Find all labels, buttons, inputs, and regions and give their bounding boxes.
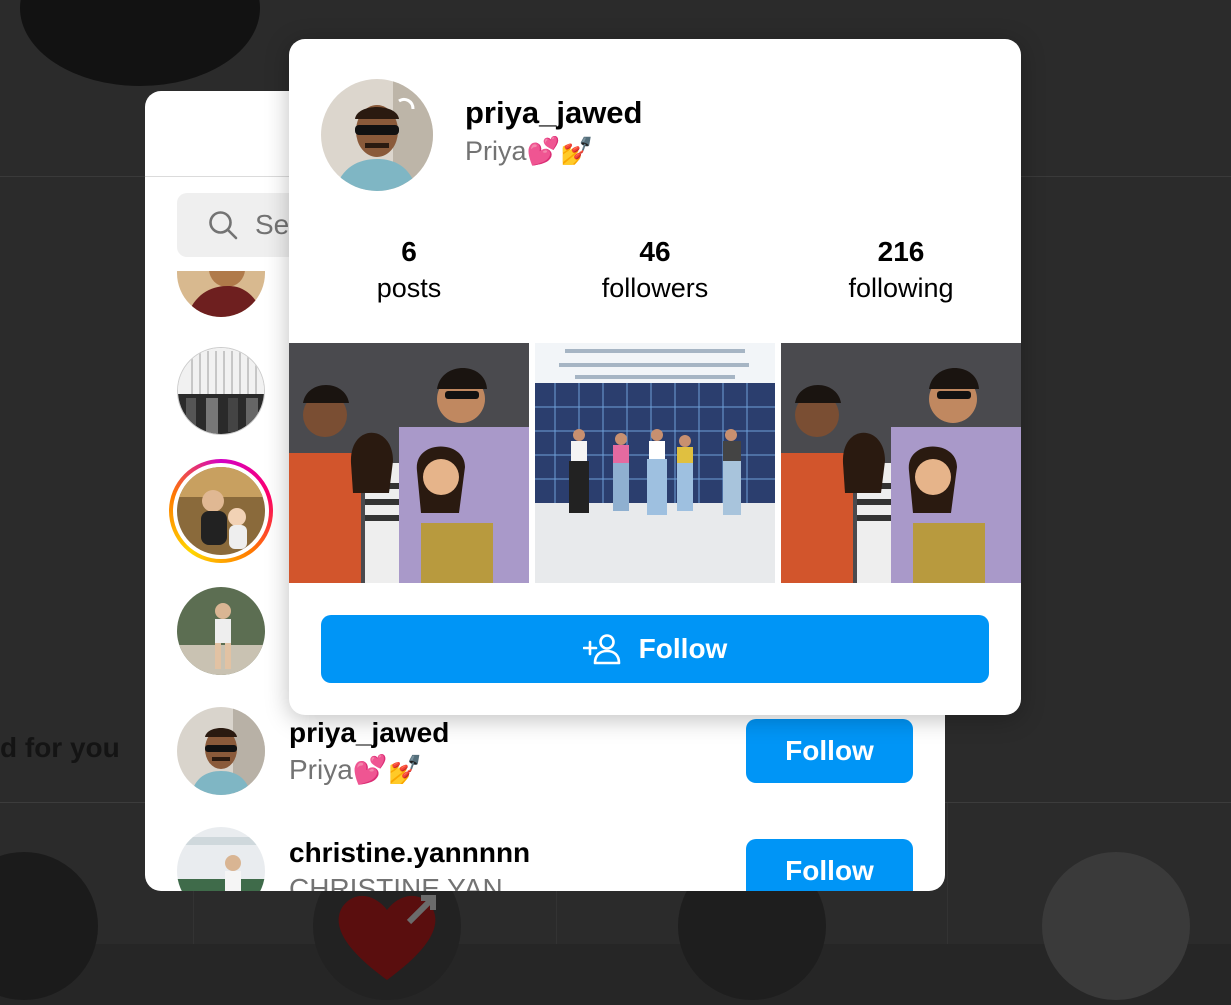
profile-avatar[interactable] <box>321 79 433 191</box>
background-profile-avatar <box>20 0 260 86</box>
user-avatar[interactable] <box>177 587 265 675</box>
row-full-name: CHRISTINE YAN <box>289 873 503 891</box>
add-person-icon <box>582 634 620 665</box>
row-full-name: Priya💕💅 <box>289 754 423 785</box>
stat-followers: 46 followers <box>555 235 755 307</box>
post-thumbnail[interactable] <box>535 343 775 583</box>
story-ring[interactable] <box>169 459 273 563</box>
post-thumbnail[interactable] <box>781 343 1021 583</box>
stat-posts: 6 posts <box>309 235 509 307</box>
suggested-avatar <box>1042 852 1190 1000</box>
follow-button[interactable]: Follow <box>746 719 913 783</box>
suggested-heading: d for you <box>0 732 120 763</box>
search-icon <box>209 211 238 240</box>
profile-username[interactable]: priya_jawed <box>465 95 642 131</box>
profile-hover-card: priya_jawed Priya💕💅 6 posts 46 followers… <box>289 39 1021 715</box>
stat-value: 46 <box>639 236 671 267</box>
follow-button[interactable]: Follow <box>746 839 913 891</box>
user-avatar <box>177 467 265 555</box>
follow-button-label: Follow <box>638 633 728 664</box>
suggested-avatar <box>0 852 98 1000</box>
row-username[interactable]: christine.yannnnn <box>289 837 530 869</box>
stat-label: following <box>848 273 954 303</box>
stat-label: followers <box>601 273 709 303</box>
stat-label: posts <box>376 273 442 303</box>
user-avatar[interactable] <box>177 707 265 795</box>
user-avatar[interactable] <box>177 271 265 317</box>
stat-following: 216 following <box>801 235 1001 307</box>
user-avatar[interactable] <box>177 347 265 435</box>
stat-value: 216 <box>877 236 925 267</box>
follow-button[interactable]: Follow <box>321 615 989 683</box>
stat-value: 6 <box>401 236 417 267</box>
post-thumbnail[interactable] <box>289 343 529 583</box>
user-avatar[interactable] <box>177 827 265 891</box>
profile-full-name: Priya💕💅 <box>465 136 594 166</box>
row-username[interactable]: priya_jawed <box>289 717 449 749</box>
background-divider <box>947 803 948 944</box>
